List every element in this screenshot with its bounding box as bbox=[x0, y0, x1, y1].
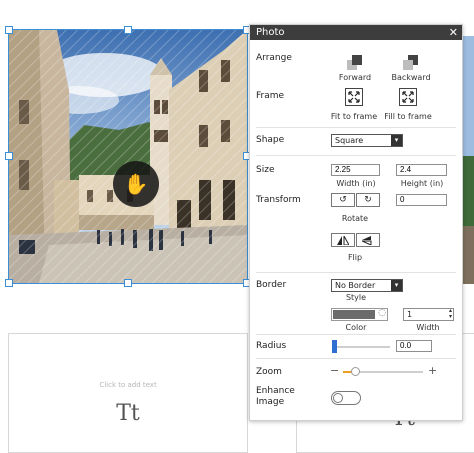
resize-handle-left[interactable] bbox=[5, 152, 13, 160]
frame-label: Frame bbox=[256, 91, 285, 101]
divider bbox=[256, 334, 456, 335]
flip-vertical-icon[interactable] bbox=[356, 233, 380, 247]
resize-handle-bottom-left[interactable] bbox=[5, 279, 13, 287]
forward-label: Forward bbox=[338, 73, 372, 82]
text-frame-icon: Tt bbox=[116, 401, 140, 426]
height-input[interactable] bbox=[396, 164, 447, 176]
divider bbox=[256, 127, 456, 128]
fill-to-frame-label: Fill to frame bbox=[384, 112, 432, 121]
rotate-left-icon[interactable]: ↺ bbox=[331, 193, 355, 207]
radius-slider-thumb[interactable] bbox=[332, 340, 337, 353]
enhance-toggle[interactable] bbox=[331, 391, 361, 405]
border-color-swatch bbox=[333, 310, 375, 319]
zoom-label: Zoom bbox=[256, 367, 282, 377]
shape-select-value: Square bbox=[335, 136, 364, 145]
width-input[interactable] bbox=[331, 164, 380, 176]
fill-to-frame-icon[interactable] bbox=[399, 88, 417, 106]
bring-forward-icon[interactable] bbox=[346, 53, 364, 71]
rotate-right-icon[interactable]: ↻ bbox=[356, 193, 380, 207]
flip-caption: Flip bbox=[347, 253, 363, 262]
stepper-arrows-icon[interactable]: ▴ ▾ bbox=[449, 308, 452, 320]
panel-title: Photo bbox=[256, 27, 285, 38]
panel-header: Photo ✕ bbox=[250, 25, 462, 40]
border-width-caption: Width bbox=[416, 323, 440, 332]
resize-handle-top-left[interactable] bbox=[5, 26, 13, 34]
resize-handle-bottom[interactable] bbox=[124, 279, 132, 287]
enhance-label: Enhance Image bbox=[256, 386, 295, 408]
transform-label: Transform bbox=[256, 195, 301, 205]
backward-label: Backward bbox=[391, 73, 431, 82]
flip-horizontal-icon[interactable] bbox=[331, 233, 355, 247]
zoom-out-icon[interactable]: − bbox=[330, 364, 339, 377]
divider bbox=[256, 358, 456, 359]
border-style-value: No Border bbox=[335, 281, 376, 290]
resize-handle-top[interactable] bbox=[124, 26, 132, 34]
divider bbox=[256, 272, 456, 273]
border-label: Border bbox=[256, 280, 287, 290]
send-backward-icon[interactable] bbox=[402, 53, 420, 71]
border-width-stepper[interactable]: 1 ▴ ▾ bbox=[403, 308, 454, 321]
border-color-caption: Color bbox=[345, 323, 367, 332]
text-frame[interactable]: Click to add text Tt bbox=[8, 333, 248, 453]
chevron-down-icon: ▾ bbox=[391, 280, 402, 291]
border-style-caption: Style bbox=[345, 293, 367, 302]
size-label: Size bbox=[256, 165, 275, 175]
shape-select[interactable]: Square ▾ bbox=[331, 134, 403, 147]
radius-slider[interactable] bbox=[332, 346, 390, 348]
border-width-value: 1 bbox=[407, 310, 413, 319]
close-icon[interactable]: ✕ bbox=[449, 25, 458, 40]
shape-label: Shape bbox=[256, 135, 285, 145]
arrange-label: Arrange bbox=[256, 53, 292, 63]
hand-grab-icon[interactable]: ✋ bbox=[113, 161, 159, 207]
photo-panel: Photo ✕ Arrange Forward Backward Frame F… bbox=[249, 24, 463, 421]
text-placeholder: Click to add text bbox=[99, 381, 157, 389]
rotate-caption: Rotate bbox=[341, 214, 369, 223]
color-wheel-icon: ◌ bbox=[378, 308, 386, 318]
enhance-label-line2: Image bbox=[256, 397, 285, 407]
radius-label: Radius bbox=[256, 341, 287, 351]
width-caption: Width (in) bbox=[336, 179, 376, 188]
zoom-slider-thumb[interactable] bbox=[351, 367, 360, 376]
fit-to-frame-label: Fit to frame bbox=[330, 112, 378, 121]
fit-to-frame-icon[interactable] bbox=[345, 88, 363, 106]
divider bbox=[256, 155, 456, 156]
zoom-in-icon[interactable]: + bbox=[428, 364, 437, 377]
border-color-picker[interactable]: ◌ bbox=[331, 308, 388, 321]
rotate-input[interactable] bbox=[396, 194, 447, 206]
selected-photo[interactable]: ✋ 🗑 bbox=[8, 29, 248, 284]
chevron-down-icon: ▾ bbox=[391, 135, 402, 146]
height-caption: Height (in) bbox=[400, 179, 444, 188]
enhance-label-line1: Enhance bbox=[256, 386, 295, 396]
border-style-select[interactable]: No Border ▾ bbox=[331, 279, 403, 292]
radius-input[interactable] bbox=[396, 340, 432, 352]
enhance-toggle-knob bbox=[333, 393, 343, 403]
